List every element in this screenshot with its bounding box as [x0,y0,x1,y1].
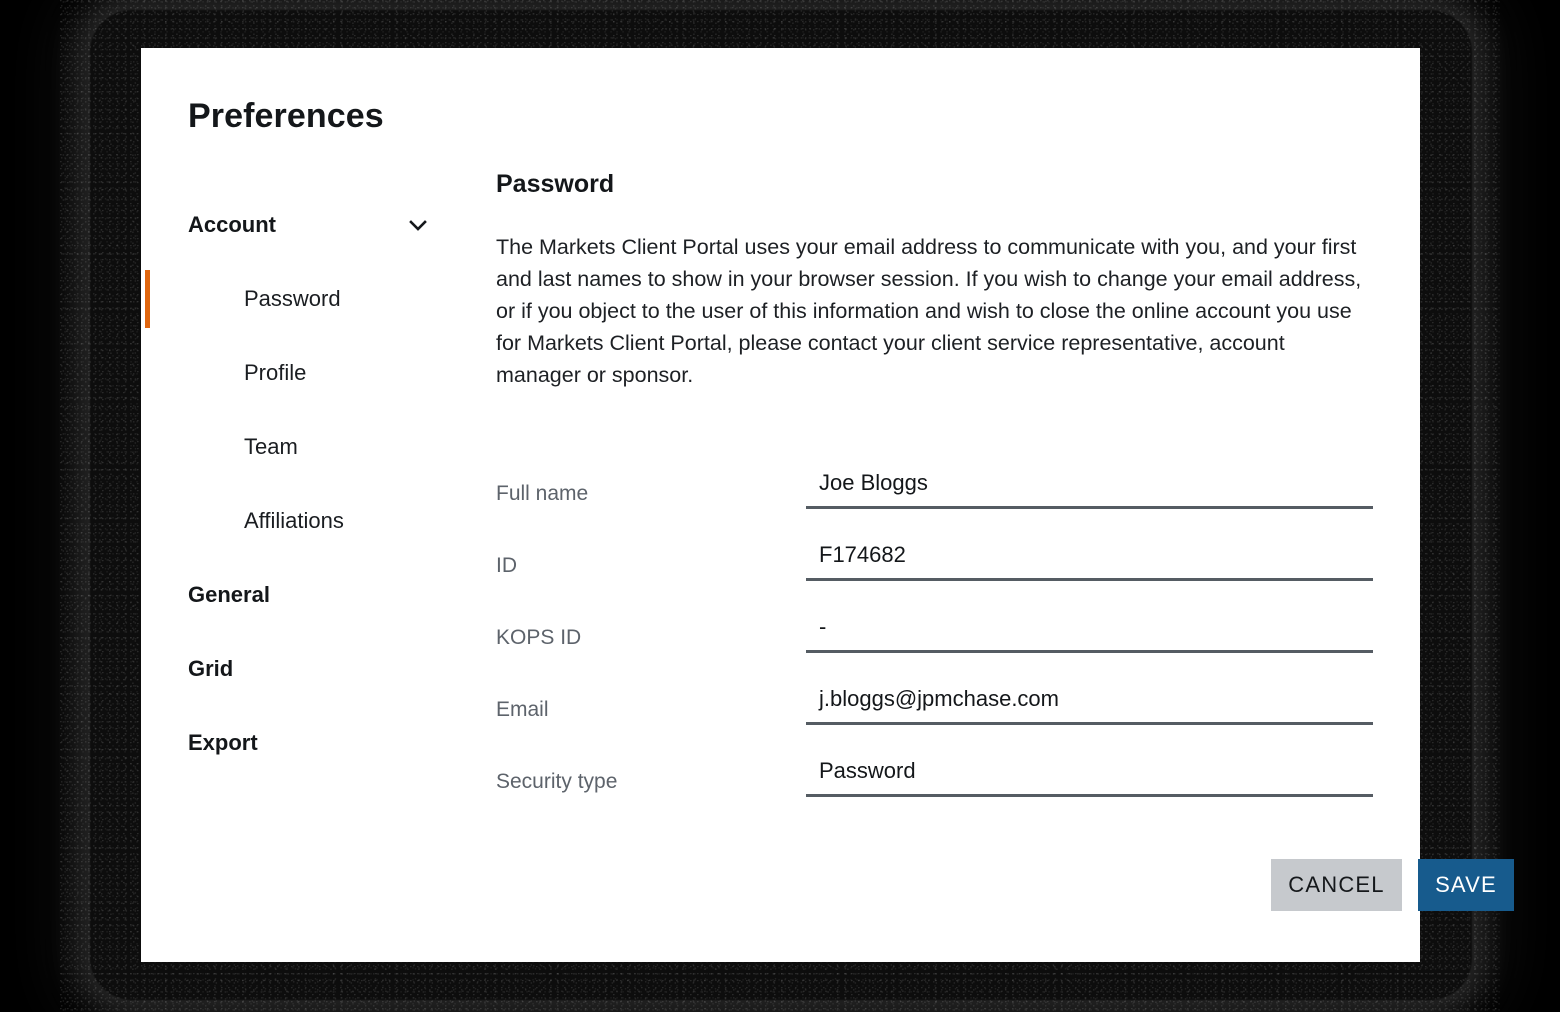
full-name-value: Joe Bloggs [819,470,928,495]
section-title: Password [496,170,615,198]
id-field[interactable]: F174682 [806,538,1373,581]
sidebar-item-export[interactable]: Export [141,706,471,780]
security-type-label: Security type [496,770,618,793]
kops-id-value: - [819,614,827,639]
sidebar-group-account[interactable]: Account [141,188,471,262]
kops-id-label: KOPS ID [496,626,582,649]
field-row-security-type: Security type Password [496,746,1514,818]
id-label: ID [496,554,517,577]
save-button[interactable]: SAVE [1418,859,1514,911]
preferences-sidebar: Account Password Profile Team Affiliatio… [141,188,471,780]
full-name-label: Full name [496,482,589,505]
sidebar-group-label: Account [188,212,276,237]
sidebar-item-affiliations[interactable]: Affiliations [141,484,471,558]
sidebar-item-profile[interactable]: Profile [141,336,471,410]
sidebar-item-general[interactable]: General [141,558,471,632]
email-value: j.bloggs@jpmchase.com [819,686,1059,711]
cancel-button[interactable]: CANCEL [1271,859,1402,911]
sidebar-item-grid[interactable]: Grid [141,632,471,706]
sidebar-item-label: Grid [188,656,234,681]
full-name-field[interactable]: Joe Bloggs [806,466,1373,509]
field-row-email: Email j.bloggs@jpmchase.com [496,674,1514,746]
field-row-id: ID F174682 [496,530,1514,602]
preferences-content-panel: Password The Markets Client Portal uses … [496,170,1386,391]
sidebar-item-label: Password [244,286,341,311]
email-label: Email [496,698,549,721]
dialog-action-bar: CANCEL SAVE [496,859,1514,911]
account-details-form: Full name Joe Bloggs ID F174682 KOPS ID … [496,458,1514,818]
sidebar-item-label: Affiliations [244,508,344,533]
sidebar-item-label: General [188,582,270,607]
sidebar-item-label: Profile [244,360,307,385]
sidebar-item-label: Export [188,730,258,755]
email-field[interactable]: j.bloggs@jpmchase.com [806,682,1373,725]
field-row-full-name: Full name Joe Bloggs [496,458,1514,530]
id-value: F174682 [819,542,906,567]
security-type-value: Password [819,758,916,783]
sidebar-item-team[interactable]: Team [141,410,471,484]
security-type-field[interactable]: Password [806,754,1373,797]
page-title: Preferences [188,97,384,135]
sidebar-item-label: Team [244,434,298,459]
chevron-down-icon[interactable] [405,212,431,238]
sidebar-item-password[interactable]: Password [141,262,471,336]
kops-id-field[interactable]: - [806,610,1373,653]
section-description: The Markets Client Portal uses your emai… [496,235,1362,387]
preferences-dialog: Preferences Account Password Profile Tea… [141,48,1514,962]
field-row-kops-id: KOPS ID - [496,602,1514,674]
